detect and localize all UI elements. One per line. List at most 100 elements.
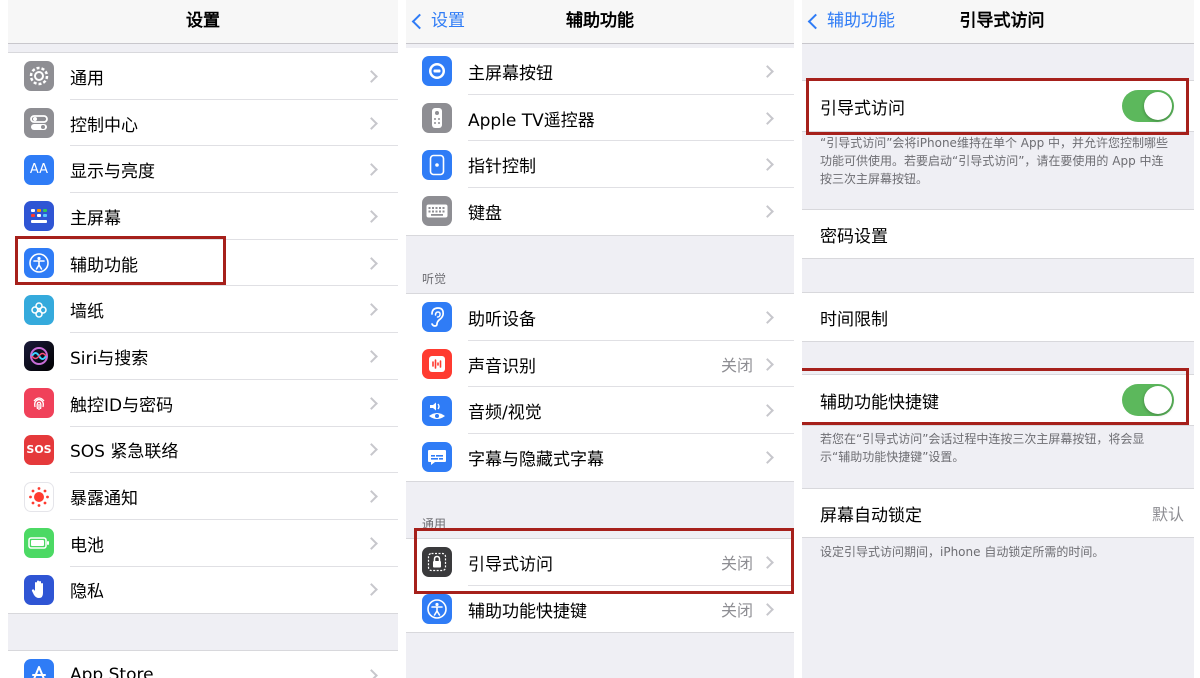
time-limit-row[interactable]: 时间限制: [802, 293, 1194, 341]
chevron-right-icon: [365, 583, 378, 597]
status-value: 关闭: [720, 554, 753, 574]
accessibility-item-hearing-devices[interactable]: 助听设备: [406, 294, 794, 341]
subtitles-icon: [422, 442, 452, 473]
chevron-right-icon: [761, 451, 774, 464]
guided-access-description: “引导式访问”会将iPhone维持在单个 App 中，并允许您控制哪些功能可供使…: [820, 136, 1169, 186]
settings-item-app-store[interactable]: App Store: [8, 651, 398, 678]
navbar: 设置 辅助功能: [406, 0, 794, 44]
settings-item-label: 通用: [70, 68, 104, 89]
settings-item-privacy[interactable]: 隐私: [8, 567, 398, 614]
chevron-right-icon: [365, 303, 378, 317]
status-value: 关闭: [720, 601, 753, 621]
accessibility-item-home-button[interactable]: 主屏幕按钮: [406, 48, 794, 95]
chevron-right-icon: [761, 310, 774, 324]
settings-item-control-center[interactable]: 控制中心: [8, 100, 398, 147]
tv-remote-icon: [422, 103, 452, 134]
navbar: 辅助功能 引导式访问: [802, 0, 1194, 44]
auto-lock-row[interactable]: 屏幕自动锁定 默认: [802, 489, 1194, 537]
chevron-right-icon: [365, 536, 378, 550]
accessibility-item-shortcut[interactable]: 辅助功能快捷键 关闭: [406, 586, 794, 633]
accessibility-panel: 设置 辅助功能 主屏幕按钮 Apple TV遥控器 指针控制 键盘 听觉 助听设…: [406, 0, 794, 678]
accessibility-item-label: 助听设备: [468, 309, 536, 330]
page-title: 辅助功能: [566, 11, 634, 31]
settings-item-label: 显示与亮度: [70, 162, 155, 183]
chevron-right-icon: [761, 64, 774, 78]
passcode-settings-label: 密码设置: [820, 226, 888, 247]
accessibility-item-label: 主屏幕按钮: [468, 63, 553, 84]
fingerprint-icon: [24, 388, 54, 419]
settings-item-general[interactable]: 通用: [8, 53, 398, 100]
accessibility-item-label: 声音识别: [468, 356, 536, 377]
guided-access-toggle[interactable]: [1122, 90, 1174, 122]
accessibility-item-label: 指针控制: [468, 157, 536, 178]
guided-access-panel: 辅助功能 引导式访问 引导式访问 “引导式访问”会将iPhone维持在单个 Ap…: [802, 0, 1194, 678]
accessibility-item-pointer-control[interactable]: 指针控制: [406, 141, 794, 189]
navbar: 设置: [8, 0, 398, 44]
settings-item-label: 隐私: [70, 582, 104, 603]
chevron-right-icon: [761, 111, 774, 125]
status-value: 关闭: [720, 356, 753, 376]
guided-access-icon: [422, 547, 452, 578]
accessibility-shortcut-toggle[interactable]: [1122, 384, 1174, 416]
accessibility-icon: [422, 594, 452, 625]
settings-item-label: Siri与搜索: [70, 348, 149, 369]
accessibility-item-label: 引导式访问: [468, 554, 553, 575]
auto-lock-description: 设定引导式访问期间，iPhone 自动锁定所需的时间。: [820, 545, 1105, 559]
settings-item-battery[interactable]: 电池: [8, 520, 398, 567]
shortcut-group: 辅助功能快捷键: [802, 374, 1194, 426]
privacy-hand-icon: [24, 574, 54, 605]
wallpaper-icon: [24, 294, 54, 325]
settings-item-sos[interactable]: SOS SOS 紧急联络: [8, 427, 398, 474]
chevron-right-icon: [365, 210, 378, 223]
settings-item-touch-id[interactable]: 触控ID与密码: [8, 380, 398, 427]
battery-icon: [24, 528, 54, 559]
siri-icon: [24, 341, 54, 372]
settings-item-home-screen[interactable]: 主屏幕: [8, 193, 398, 240]
settings-item-exposure[interactable]: 暴露通知: [8, 473, 398, 520]
accessibility-item-subtitles[interactable]: 字幕与隐藏式字幕: [406, 434, 794, 481]
settings-panel: 设置 通用 控制中心 AA 显示与亮度 主屏幕 辅助功能 墙纸 Siri与搜索 …: [8, 0, 398, 678]
accessibility-icon: [24, 248, 54, 279]
exposure-notification-icon: [24, 481, 54, 512]
passcode-settings-row[interactable]: 密码设置: [802, 210, 1194, 258]
sos-icon: SOS: [24, 434, 54, 465]
chevron-right-icon: [761, 357, 774, 371]
chevron-right-icon: [761, 555, 774, 569]
accessibility-item-keyboard[interactable]: 键盘: [406, 188, 794, 235]
audio-visual-icon: [422, 395, 452, 426]
accessibility-item-sound-recognition[interactable]: 声音识别 关闭: [406, 341, 794, 388]
gear-icon: [24, 61, 54, 92]
chevron-right-icon: [365, 490, 378, 503]
control-center-icon: [24, 108, 54, 139]
settings-item-siri[interactable]: Siri与搜索: [8, 333, 398, 380]
time-limit-group: 时间限制: [802, 292, 1194, 342]
accessibility-item-tv-remote[interactable]: Apple TV遥控器: [406, 95, 794, 142]
general-list: 引导式访问 关闭 辅助功能快捷键 关闭: [406, 538, 794, 634]
guided-access-label: 引导式访问: [820, 98, 905, 119]
settings-item-accessibility[interactable]: 辅助功能: [8, 240, 398, 287]
chevron-right-icon: [365, 116, 378, 130]
settings-item-wallpaper[interactable]: 墙纸: [8, 286, 398, 334]
display-brightness-icon: AA: [24, 154, 54, 185]
chevron-right-icon: [761, 205, 774, 218]
sound-recognition-icon: [422, 349, 452, 380]
chevron-right-icon: [365, 443, 378, 457]
settings-item-label: 控制中心: [70, 115, 138, 136]
keyboard-icon: [422, 196, 452, 227]
accessibility-item-guided-access[interactable]: 引导式访问 关闭: [406, 539, 794, 586]
settings-item-display[interactable]: AA 显示与亮度: [8, 146, 398, 194]
accessibility-shortcut-label: 辅助功能快捷键: [820, 392, 939, 413]
accessibility-item-audio-visual[interactable]: 音频/视觉: [406, 387, 794, 435]
app-store-icon: [24, 659, 54, 678]
pointer-control-icon: [422, 149, 452, 180]
chevron-right-icon: [365, 163, 378, 177]
page-title: 引导式访问: [959, 11, 1045, 31]
toggle-knob: [1144, 92, 1172, 120]
home-button-icon: [422, 56, 452, 87]
settings-list: 通用 控制中心 AA 显示与亮度 主屏幕 辅助功能 墙纸 Siri与搜索 触控I…: [8, 52, 398, 615]
settings-item-label: 电池: [70, 535, 104, 556]
shortcut-description: 若您在“引导式访问”会话过程中连按三次主屏幕按钮，将会显示“辅助功能快捷键”设置…: [820, 432, 1145, 464]
accessibility-item-label: 字幕与隐藏式字幕: [468, 449, 604, 470]
chevron-right-icon: [761, 404, 774, 418]
section-header-hearing: 听觉: [422, 272, 447, 286]
